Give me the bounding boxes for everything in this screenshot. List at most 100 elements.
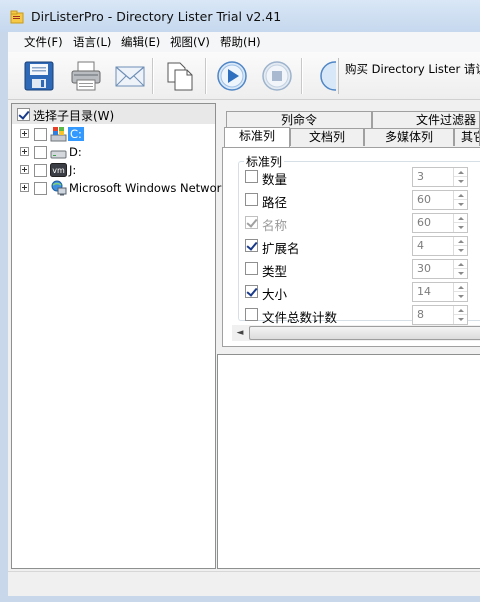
spinner-buttons bbox=[453, 168, 467, 186]
spinner-value: 30 bbox=[417, 262, 431, 275]
app-folder-icon bbox=[10, 10, 24, 24]
scrollbar-thumb[interactable] bbox=[249, 326, 480, 340]
expand-icon[interactable] bbox=[20, 165, 29, 174]
spin-up-icon[interactable] bbox=[454, 191, 467, 200]
column-checkbox[interactable] bbox=[245, 193, 258, 206]
spinner-value: 14 bbox=[417, 285, 431, 298]
toolbar-separator bbox=[205, 58, 206, 94]
spinner-buttons bbox=[453, 306, 467, 324]
save-button[interactable] bbox=[20, 56, 58, 96]
spin-down-icon[interactable] bbox=[454, 315, 467, 324]
spin-down-icon[interactable] bbox=[454, 223, 467, 232]
spin-up-icon[interactable] bbox=[454, 237, 467, 246]
spin-down-icon[interactable] bbox=[454, 269, 467, 278]
email-icon bbox=[115, 66, 145, 87]
spin-down-icon[interactable] bbox=[454, 292, 467, 301]
menu-view[interactable]: 视图(V) bbox=[170, 34, 210, 50]
spin-up-icon[interactable] bbox=[454, 283, 467, 292]
title-bar[interactable]: DirListerPro - Directory Lister Trial v2… bbox=[0, 0, 480, 32]
include-subdirs-row[interactable]: 选择子目录(W) bbox=[12, 104, 215, 124]
spin-down-icon[interactable] bbox=[454, 246, 467, 255]
app-window: DirListerPro - Directory Lister Trial v2… bbox=[0, 0, 480, 602]
toolbar-separator bbox=[152, 58, 153, 94]
menu-help[interactable]: 帮助(H) bbox=[220, 34, 261, 50]
column-label: 路径 bbox=[262, 195, 288, 210]
horizontal-scrollbar[interactable]: ◄ bbox=[232, 325, 480, 341]
print-button[interactable] bbox=[67, 56, 105, 96]
column-row-extension: 扩展名 4 bbox=[244, 236, 480, 256]
tree-checkbox[interactable] bbox=[34, 146, 47, 159]
column-row-count: 数量 3 bbox=[244, 167, 480, 187]
column-width-spinner[interactable]: 8 bbox=[412, 305, 468, 325]
column-row-name: 名称 60 bbox=[244, 213, 480, 233]
tab-other[interactable]: 其它 bbox=[454, 128, 480, 146]
column-checkbox[interactable] bbox=[245, 308, 258, 321]
column-row-file-count: 文件总数计数 8 bbox=[244, 305, 480, 325]
toolbar: 购买 Directory Lister 请访问: bbox=[8, 52, 480, 100]
column-checkbox[interactable] bbox=[245, 170, 258, 183]
spin-up-icon[interactable] bbox=[454, 214, 467, 223]
menu-file[interactable]: 文件(F) bbox=[24, 34, 63, 50]
menu-bar: 文件(F) 语言(L) 编辑(E) 视图(V) 帮助(H) bbox=[8, 32, 480, 52]
system-drive-icon bbox=[50, 127, 67, 142]
column-label: 名称 bbox=[262, 218, 288, 233]
svg-text:vm: vm bbox=[52, 166, 65, 175]
column-checkbox bbox=[245, 216, 258, 229]
spinner-buttons bbox=[453, 191, 467, 209]
tab-document-columns[interactable]: 文档列 bbox=[290, 128, 364, 146]
menu-edit[interactable]: 编辑(E) bbox=[121, 34, 160, 50]
tree-item-d[interactable]: D: bbox=[12, 143, 215, 161]
tree-checkbox[interactable] bbox=[34, 182, 47, 195]
buy-promo-text[interactable]: 购买 Directory Lister 请访问: bbox=[338, 58, 480, 94]
column-row-path: 路径 60 bbox=[244, 190, 480, 210]
tree-item-c[interactable]: C: bbox=[12, 125, 215, 143]
column-checkbox[interactable] bbox=[245, 239, 258, 252]
spinner-buttons bbox=[453, 214, 467, 232]
column-checkbox[interactable] bbox=[245, 262, 258, 275]
spin-up-icon[interactable] bbox=[454, 260, 467, 269]
output-list[interactable] bbox=[217, 354, 480, 569]
email-button[interactable] bbox=[111, 56, 149, 96]
tree-item-label: J: bbox=[69, 163, 77, 177]
column-width-spinner[interactable]: 14 bbox=[412, 282, 468, 302]
column-width-spinner[interactable]: 30 bbox=[412, 259, 468, 279]
extra-button[interactable] bbox=[306, 56, 336, 96]
tree-checkbox[interactable] bbox=[34, 128, 47, 141]
spinner-buttons bbox=[453, 260, 467, 278]
main-area: 选择子目录(W) C: D: vm J: Microsoft Windows N… bbox=[8, 100, 480, 596]
tree-item-network[interactable]: Microsoft Windows Network bbox=[12, 179, 228, 197]
expand-icon[interactable] bbox=[20, 129, 29, 138]
folder-tree[interactable]: 选择子目录(W) C: D: vm J: Microsoft Windows N… bbox=[11, 103, 228, 569]
toolbar-separator bbox=[301, 58, 302, 94]
scroll-left-icon[interactable]: ◄ bbox=[232, 325, 248, 341]
spin-down-icon[interactable] bbox=[454, 200, 467, 209]
spinner-value: 4 bbox=[417, 239, 424, 252]
include-subdirs-checkbox[interactable] bbox=[17, 108, 30, 121]
tab-media-columns[interactable]: 多媒体列 bbox=[364, 128, 454, 146]
column-width-spinner[interactable]: 4 bbox=[412, 236, 468, 256]
column-checkbox[interactable] bbox=[245, 285, 258, 298]
menu-language[interactable]: 语言(L) bbox=[73, 34, 111, 50]
status-bar bbox=[8, 571, 480, 593]
tree-item-j[interactable]: vm J: bbox=[12, 161, 215, 179]
column-width-spinner[interactable]: 3 bbox=[412, 167, 468, 187]
expand-icon[interactable] bbox=[20, 183, 29, 192]
play-icon bbox=[217, 61, 247, 91]
tree-checkbox[interactable] bbox=[34, 164, 47, 177]
hard-drive-icon bbox=[50, 150, 67, 159]
column-width-spinner[interactable]: 60 bbox=[412, 213, 468, 233]
stop-button[interactable] bbox=[258, 56, 296, 96]
column-width-spinner[interactable]: 60 bbox=[412, 190, 468, 210]
options-panel: 列命令 文件过滤器 标准列 文档列 多媒体列 其它 标准列 数量 3 bbox=[218, 103, 480, 349]
expand-icon[interactable] bbox=[20, 147, 29, 156]
column-row-type: 类型 30 bbox=[244, 259, 480, 279]
spin-down-icon[interactable] bbox=[454, 177, 467, 186]
copy-button[interactable] bbox=[161, 56, 199, 96]
spinner-value: 3 bbox=[417, 170, 424, 183]
spin-up-icon[interactable] bbox=[454, 168, 467, 177]
spin-up-icon[interactable] bbox=[454, 306, 467, 315]
tab-file-filter[interactable]: 文件过滤器 bbox=[372, 111, 480, 129]
spinner-buttons bbox=[453, 237, 467, 255]
start-button[interactable] bbox=[213, 56, 251, 96]
tab-standard-columns[interactable]: 标准列 bbox=[224, 127, 290, 147]
